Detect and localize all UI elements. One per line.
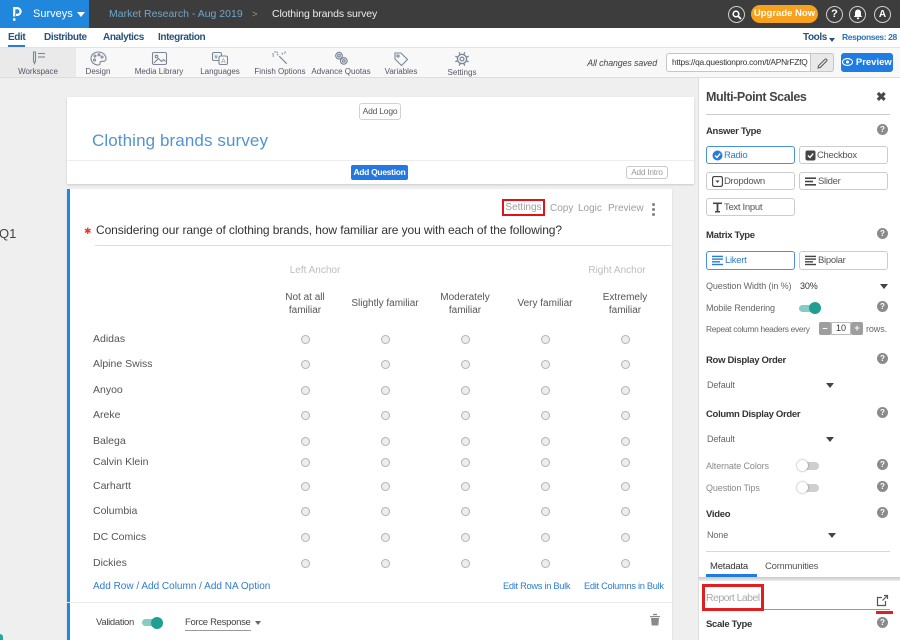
svg-text:A: A [221, 58, 226, 65]
